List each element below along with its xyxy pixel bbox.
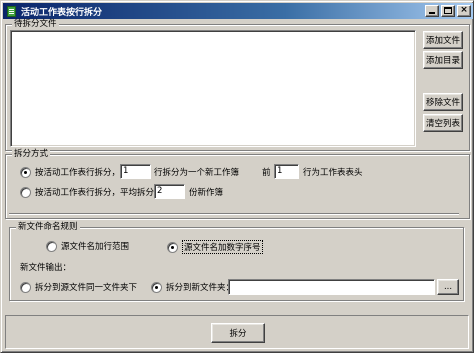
name-by-range-label: 源文件名加行范围 <box>61 242 130 252</box>
split-evenly-label: 按活动工作表行拆分，平均拆分为 <box>35 188 163 198</box>
section-divider <box>9 213 459 215</box>
output-same-folder-label: 拆分到源文件同一文件夹下 <box>35 283 138 293</box>
title-bar: 活动工作表按行拆分 × <box>3 3 473 19</box>
split-by-rows-radio[interactable] <box>20 166 31 178</box>
rows-per-file-input[interactable]: 1 <box>120 164 151 179</box>
add-directory-button[interactable]: 添加目录 <box>423 51 463 69</box>
header-rows-input[interactable]: 1 <box>274 164 299 179</box>
app-icon <box>5 5 18 18</box>
split-evenly-option[interactable]: 按活动工作表行拆分，平均拆分为 <box>20 186 163 198</box>
files-group-label: 待拆分文件 <box>12 19 59 30</box>
split-evenly-radio[interactable] <box>20 186 31 198</box>
close-icon: × <box>460 5 468 15</box>
maximize-button[interactable] <box>441 5 455 17</box>
close-button[interactable]: × <box>457 5 471 17</box>
maximize-icon <box>444 7 452 14</box>
clear-list-button[interactable]: 清空列表 <box>423 114 463 132</box>
output-new-folder-radio[interactable] <box>151 281 162 293</box>
output-label: 新文件输出： <box>20 263 72 273</box>
header-rows-suffix: 行为工作表表头 <box>303 168 363 178</box>
output-new-folder-label: 拆分到新文件夹： <box>166 283 235 293</box>
minimize-icon <box>429 12 435 14</box>
window-title: 活动工作表按行拆分 <box>21 7 103 18</box>
split-method-label: 拆分方式 <box>12 149 51 160</box>
output-folder-path-input[interactable] <box>228 279 435 295</box>
browse-folder-button[interactable]: ... <box>437 279 459 295</box>
name-by-sequence-radio[interactable] <box>167 241 178 253</box>
output-same-folder-radio[interactable] <box>20 281 31 293</box>
name-by-range-option[interactable]: 源文件名加行范围 <box>46 240 129 252</box>
split-by-rows-option[interactable]: 按活动工作表行拆分，每 <box>20 166 129 178</box>
add-file-button[interactable]: 添加文件 <box>423 31 463 49</box>
remove-file-button[interactable]: 移除文件 <box>423 93 463 111</box>
header-rows-prefix: 前 <box>262 168 271 178</box>
name-by-sequence-option[interactable]: 源文件名加数字序号 <box>167 240 263 254</box>
split-parts-suffix: 份新作簿 <box>189 188 224 198</box>
rows-per-file-suffix: 行拆分为一个新工作簿 <box>154 168 240 178</box>
naming-rules-label: 新文件命名规则 <box>16 222 80 233</box>
split-button[interactable]: 拆分 <box>211 323 265 343</box>
file-list[interactable] <box>10 30 416 147</box>
output-new-folder-option[interactable]: 拆分到新文件夹： <box>151 281 234 293</box>
minimize-button[interactable] <box>425 5 439 17</box>
name-by-sequence-label: 源文件名加数字序号 <box>182 240 263 254</box>
split-parts-input[interactable]: 2 <box>154 184 185 199</box>
name-by-range-radio[interactable] <box>46 240 57 252</box>
output-same-folder-option[interactable]: 拆分到源文件同一文件夹下 <box>20 281 137 293</box>
split-by-rows-label: 按活动工作表行拆分，每 <box>35 168 129 178</box>
main-window: 活动工作表按行拆分 × 待拆分文件 添加文件 添加目录 移除文件 清空列表 拆分… <box>0 0 474 353</box>
